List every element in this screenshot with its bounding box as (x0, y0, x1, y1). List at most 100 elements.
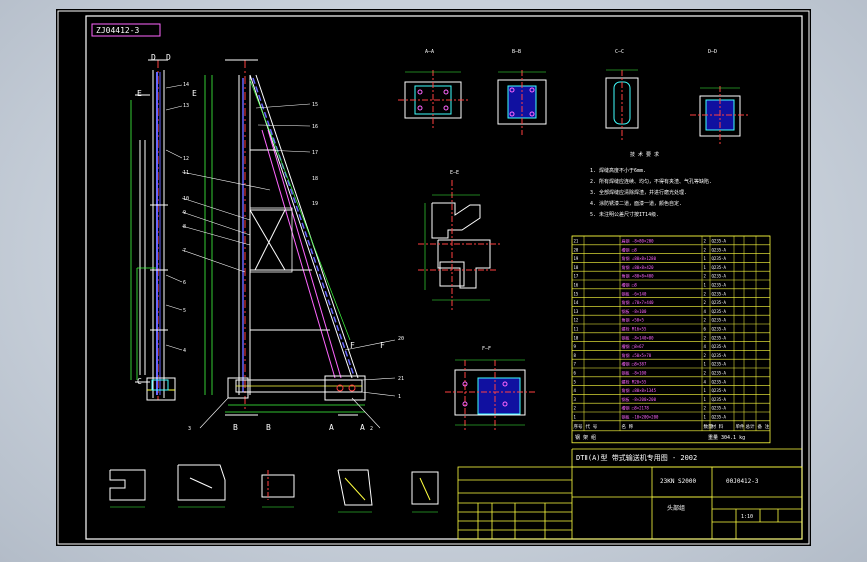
part-label-13: 13 (183, 103, 189, 109)
table-cell: 17 (574, 274, 579, 279)
table-header: 材 料 (712, 423, 724, 430)
table-cell: Q235-A (712, 371, 727, 376)
section-profile-view: E—E (418, 170, 500, 312)
part-label-7: 7 (183, 248, 186, 254)
part-label-14: 14 (183, 82, 189, 88)
table-cell: 13 (574, 309, 579, 314)
section-letter: F (380, 341, 385, 350)
table-cell: Q235-A (712, 309, 727, 314)
table-cell: 扁钢 -8×80×200 (622, 238, 655, 244)
table-mass: 重量 304.1 kg (708, 434, 745, 441)
table-cell: 2 (704, 353, 707, 358)
svg-text:E—E: E—E (450, 170, 459, 176)
table-cell: 钢板 -6×140 (622, 290, 647, 296)
table-cell: 2 (704, 239, 707, 244)
table-cell: 螺栓 M16×55 (622, 326, 647, 332)
part-label-12: 12 (183, 156, 189, 162)
table-cell: 槽钢 □8 (622, 282, 638, 288)
table-header: 序号 (574, 423, 583, 430)
table-cell: Q235-A (712, 327, 727, 332)
table-footer: 钢 架 组 (575, 434, 596, 441)
table-cell: 钢板 -8×100 (622, 370, 647, 376)
technical-notes: 技 术 要 求 1. 焊缝高度不小于6mm. 2. 所有焊缝应连续、均匀，不得有夹渣… (590, 151, 712, 218)
table-header: 备 注 (758, 423, 770, 430)
table-cell: Q235-A (712, 388, 727, 393)
table-cell: Q235-A (712, 318, 727, 323)
title-text: 头部组 (667, 504, 685, 512)
table-cell: 钢板 -10×200×200 (622, 414, 659, 420)
table-cell: 2 (704, 371, 707, 376)
table-cell: 钢板 -8×100 (622, 308, 647, 314)
part-details (109, 464, 439, 513)
section-letter: D (166, 53, 171, 62)
table-cell: 角钢 ∠80×8×1345 (622, 387, 657, 393)
table-cell: 4 (704, 379, 707, 384)
table-cell: Q235-A (712, 353, 727, 358)
table-cell: 2 (704, 274, 707, 279)
svg-text:B—B: B—B (512, 49, 521, 55)
section-letters: D E E C D B B A A F F (137, 53, 385, 432)
note-line: 3. 全部焊缝应清除焊渣，并进行磨光处理. (590, 189, 687, 196)
table-header: 总计 (746, 423, 755, 430)
title-text: 23KN S2000 (660, 478, 697, 485)
table-cell: 1 (704, 397, 707, 402)
part-label-8: 8 (183, 224, 186, 230)
svg-text:D—D: D—D (708, 49, 717, 55)
table-cell: Q235-A (712, 362, 727, 367)
table-cell: 6 (704, 327, 707, 332)
table-cell: 2 (704, 291, 707, 296)
table-cell: 14 (574, 300, 579, 305)
table-cell: 螺栓 M20×55 (622, 378, 647, 384)
section-letter: E (137, 89, 142, 98)
table-cell: Q235-A (712, 291, 727, 296)
part-label-15: 15 (312, 102, 318, 108)
table-cell: 1 (704, 283, 707, 288)
table-cell: Q235-A (712, 256, 727, 261)
cad-drawing[interactable]: ZJ04412-3 A—A B—B C—C D—D E—E F—F 21 扁钢 … (0, 0, 867, 562)
table-cell: 2 (704, 335, 707, 340)
svg-text:C—C: C—C (615, 49, 624, 55)
table-cell: 1 (574, 415, 577, 420)
note-line: 1. 焊缝高度不小于6mm. (590, 167, 646, 174)
table-cell: Q235-A (712, 344, 727, 349)
table-cell: 8 (574, 353, 577, 358)
cad-viewport: ZJ04412-3 A—A B—B C—C D—D E—E F—F 21 扁钢 … (0, 0, 867, 562)
parts-list-table: 21 扁钢 -8×80×200 2 Q235-A20 槽钢 □8 2 Q235-A19 角钢 … (571, 235, 771, 444)
table-cell: 5 (574, 379, 577, 384)
title-block-text: DTⅡ(A)型 带式输送机专用图 - 2002 23KN S2000 00J0412… (576, 453, 759, 520)
table-cell: 16 (574, 283, 579, 288)
table-cell: 槽钢 □8 (622, 246, 638, 252)
part-label-18: 18 (312, 176, 318, 182)
table-cell: 角钢 ∠80×8×1280 (622, 255, 657, 261)
part-label-11: 11 (183, 170, 189, 176)
part-label-3: 3 (188, 426, 191, 432)
table-cell: Q235-A (712, 406, 727, 411)
table-cell: 槽钢 □8×387 (622, 361, 647, 367)
title-text: 00J0412-3 (726, 478, 759, 485)
table-cell: 21 (574, 239, 579, 244)
section-letter: B (266, 423, 271, 432)
table-cell: 钢板 -8×140×80 (622, 334, 655, 340)
part-label-19: 19 (312, 201, 318, 207)
table-cell: 角钢 ∠70×7×440 (622, 299, 655, 305)
table-cell: 2 (704, 318, 707, 323)
table-cell: 2 (574, 406, 577, 411)
section-letter: A (329, 423, 334, 432)
table-cell: 2 (704, 300, 707, 305)
table-cell: 4 (704, 309, 707, 314)
table-cell: 4 (574, 388, 577, 393)
table-cell: 19 (574, 256, 579, 261)
part-label-17: 17 (312, 150, 318, 156)
table-header: 代 号 (586, 423, 598, 430)
table-cell: Q235-A (712, 283, 727, 288)
table-cell: 角钢 ∠50×5 (622, 317, 645, 323)
note-line: 5. 未注明公差尺寸按IT14级. (590, 211, 659, 218)
main-elevation-view (181, 59, 396, 429)
table-cell: 角钢 ∠80×8×420 (622, 264, 655, 270)
part-label-16: 16 (312, 124, 318, 130)
table-cell: 7 (574, 362, 577, 367)
part-label-20: 20 (398, 336, 404, 342)
title-text: DTⅡ(A)型 带式输送机专用图 - 2002 (576, 453, 697, 462)
table-cell: Q235-A (712, 247, 727, 252)
table-cell: 9 (574, 344, 577, 349)
